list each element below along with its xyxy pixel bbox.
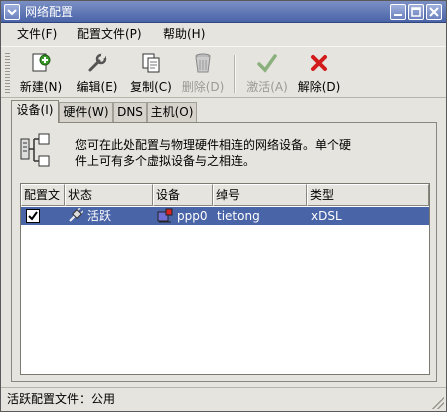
new-label: 新建(N) — [19, 80, 63, 94]
tab-dns[interactable]: DNS — [113, 102, 147, 122]
edit-button[interactable]: 编辑(E) — [71, 49, 123, 97]
trash-icon — [195, 53, 211, 73]
status-bar: 活跃配置文件：公用 — [1, 387, 446, 411]
profile-checkbox[interactable] — [26, 209, 40, 223]
toolbar-separator — [234, 55, 236, 93]
close-icon[interactable] — [426, 4, 442, 20]
column-header-status[interactable]: 状态 — [65, 184, 153, 206]
x-icon — [311, 55, 327, 71]
tab-devices[interactable]: 设备(I) — [11, 100, 59, 123]
minimize-icon[interactable] — [390, 4, 406, 20]
type-cell: xDSL — [311, 209, 342, 223]
network-device-icon — [20, 133, 50, 167]
delete-button[interactable]: 删除(D) — [177, 49, 229, 97]
deactivate-button[interactable]: 解除(D) — [293, 49, 345, 97]
title-bar: 网络配置 — [1, 1, 446, 23]
delete-label: 删除(D) — [181, 80, 225, 94]
checkmark-icon — [257, 54, 277, 73]
copy-button[interactable]: 复制(C) — [125, 49, 177, 97]
deactivate-label: 解除(D) — [297, 80, 341, 94]
network-config-window: 网络配置 文件(F) 配置文件(P) 帮助(H) 新建(N) 编辑(E) 复制(… — [0, 0, 447, 412]
plug-icon — [69, 208, 83, 222]
new-icon — [32, 53, 51, 72]
column-header-profile[interactable]: 配置文 — [21, 184, 65, 206]
toolbar-grip[interactable] — [5, 53, 10, 93]
tab-hardware[interactable]: 硬件(W) — [59, 102, 113, 122]
device-list[interactable]: 配置文 状态 设备 绰号 类型 活跃 ppp0 tietong xDSL — [20, 183, 430, 375]
menu-file[interactable]: 文件(F) — [17, 25, 57, 43]
column-header-type[interactable]: 类型 — [307, 184, 429, 206]
info-description: 您可在此处配置与物理硬件相连的网络设备。单个硬 件上可有多个虚拟设备与之相连。 — [75, 137, 395, 169]
dsl-modem-icon — [157, 208, 173, 223]
resize-grip-icon[interactable] — [432, 397, 444, 409]
info-line-2: 件上可有多个虚拟设备与之相连。 — [75, 154, 256, 168]
copy-icon — [142, 53, 160, 73]
activate-label: 激活(A) — [246, 80, 288, 94]
nickname-cell: tietong — [217, 209, 260, 223]
table-row[interactable]: 活跃 ppp0 tietong xDSL — [21, 207, 429, 225]
window-title: 网络配置 — [25, 5, 74, 19]
column-header-nickname[interactable]: 绰号 — [213, 184, 307, 206]
wrench-icon — [88, 53, 107, 72]
chevron-down-icon[interactable] — [4, 4, 20, 20]
menu-bar: 文件(F) 配置文件(P) 帮助(H) — [1, 23, 446, 45]
toolbar: 新建(N) 编辑(E) 复制(C) 删除(D) 激活(A) 解除(D) — [1, 46, 446, 98]
status-cell: 活跃 — [87, 209, 112, 223]
maximize-icon[interactable] — [408, 4, 424, 20]
column-header-device[interactable]: 设备 — [153, 184, 213, 206]
check-icon — [28, 211, 38, 221]
new-button[interactable]: 新建(N) — [15, 49, 67, 97]
tab-hosts[interactable]: 主机(O) — [147, 102, 197, 122]
device-cell: ppp0 — [177, 209, 208, 223]
active-profile-status: 活跃配置文件：公用 — [7, 392, 116, 406]
copy-label: 复制(C) — [130, 80, 172, 94]
menu-profile[interactable]: 配置文件(P) — [77, 25, 142, 43]
activate-button[interactable]: 激活(A) — [241, 49, 293, 97]
menu-help[interactable]: 帮助(H) — [163, 25, 205, 43]
edit-label: 编辑(E) — [76, 80, 118, 94]
devices-panel: 您可在此处配置与物理硬件相连的网络设备。单个硬 件上可有多个虚拟设备与之相连。 … — [11, 122, 437, 382]
info-line-1: 您可在此处配置与物理硬件相连的网络设备。单个硬 — [75, 138, 352, 152]
